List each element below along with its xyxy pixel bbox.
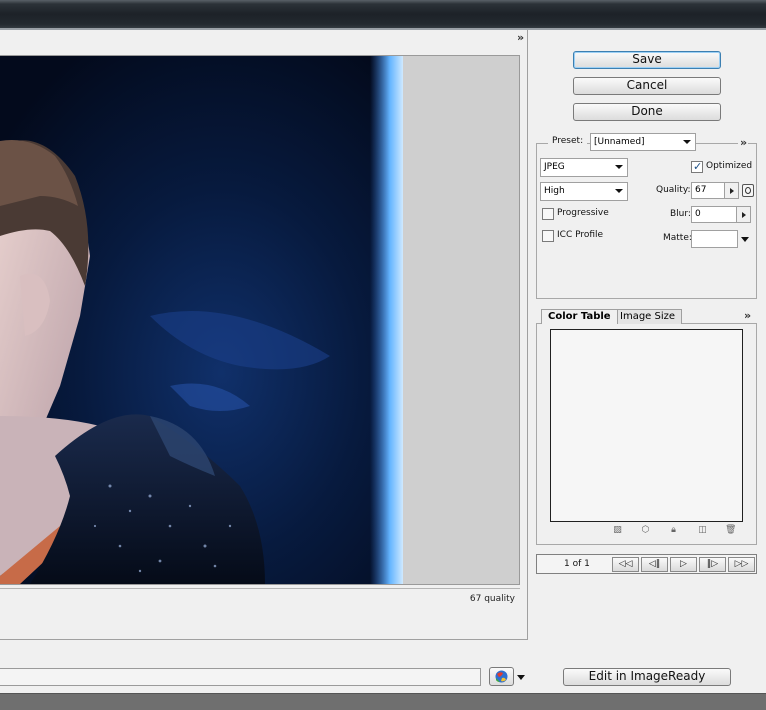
matte-dropdown-arrow-icon[interactable] bbox=[741, 237, 749, 242]
progressive-checkbox[interactable] bbox=[542, 208, 554, 220]
matte-swatch[interactable] bbox=[691, 230, 738, 248]
play-button[interactable]: ▷ bbox=[670, 557, 697, 572]
quality-field[interactable]: 67 bbox=[691, 182, 739, 199]
color-table-swatches[interactable] bbox=[550, 329, 743, 522]
last-frame-button[interactable]: ▷▷ bbox=[728, 557, 755, 572]
window-bottom-edge bbox=[0, 693, 766, 710]
preview-image[interactable] bbox=[0, 56, 403, 584]
chevron-down-icon bbox=[615, 189, 623, 193]
preview-in-browser-button[interactable] bbox=[489, 667, 514, 686]
save-button[interactable]: Save bbox=[573, 51, 721, 69]
format-value: JPEG bbox=[544, 162, 565, 172]
preview-status-divider bbox=[0, 588, 520, 589]
icc-profile-label: ICC Profile bbox=[557, 230, 604, 240]
progressive-label: Progressive bbox=[557, 208, 609, 218]
color-panel-menu-icon[interactable]: » bbox=[744, 310, 751, 321]
previous-frame-button[interactable]: ◁‖ bbox=[641, 557, 668, 572]
preview-panel-menu-icon[interactable]: » bbox=[517, 32, 524, 43]
tab-image-size[interactable]: Image Size bbox=[613, 309, 683, 324]
blur-value: 0 bbox=[695, 209, 701, 219]
matte-label: Matte: bbox=[663, 233, 692, 243]
web-snap-icon[interactable]: ⬡ bbox=[640, 525, 651, 536]
preset-value: [Unnamed] bbox=[594, 137, 645, 147]
blur-slider-arrow-icon[interactable] bbox=[736, 207, 750, 222]
checkmark-icon: ✓ bbox=[693, 160, 703, 173]
quality-value: 67 bbox=[695, 185, 707, 195]
preset-select[interactable]: [Unnamed] bbox=[590, 133, 696, 151]
tab-color-table[interactable]: Color Table bbox=[541, 309, 618, 324]
browser-path-field[interactable] bbox=[0, 668, 481, 686]
quality-label: Quality: bbox=[656, 185, 691, 195]
lock-icon[interactable]: 🔒︎ bbox=[668, 525, 679, 536]
frame-counter: 1 of 1 bbox=[564, 559, 590, 569]
blur-field[interactable]: 0 bbox=[691, 206, 751, 223]
browser-dropdown-arrow-icon[interactable] bbox=[517, 675, 525, 680]
edit-in-imageready-button[interactable]: Edit in ImageReady bbox=[563, 668, 731, 686]
blur-label: Blur: bbox=[670, 209, 691, 219]
chevron-down-icon bbox=[615, 165, 623, 169]
quality-mask-button[interactable] bbox=[742, 184, 754, 197]
settings-menu-icon[interactable]: » bbox=[738, 137, 749, 148]
quality-readout: 67 quality bbox=[469, 594, 515, 604]
chevron-down-icon bbox=[683, 140, 691, 144]
done-button[interactable]: Done bbox=[573, 103, 721, 121]
optimized-checkbox[interactable]: ✓ bbox=[691, 160, 703, 173]
cancel-button[interactable]: Cancel bbox=[573, 77, 721, 95]
window-title-bar bbox=[0, 0, 766, 30]
quality-preset-value: High bbox=[544, 186, 565, 196]
quality-slider-arrow-icon[interactable] bbox=[724, 183, 738, 198]
new-color-icon[interactable]: ◫ bbox=[697, 525, 708, 536]
format-select[interactable]: JPEG bbox=[540, 158, 628, 177]
preset-label: Preset: bbox=[548, 136, 588, 146]
trash-icon[interactable]: 🗑︎ bbox=[725, 525, 736, 536]
browser-globe-icon bbox=[495, 670, 508, 683]
first-frame-button[interactable]: ◁◁ bbox=[612, 557, 639, 572]
icc-profile-checkbox[interactable] bbox=[542, 230, 554, 242]
mask-icon bbox=[745, 187, 751, 194]
optimized-label: Optimized bbox=[706, 161, 753, 171]
next-frame-button[interactable]: ‖▷ bbox=[699, 557, 726, 572]
quality-preset-select[interactable]: High bbox=[540, 182, 628, 201]
map-transparent-icon[interactable]: ▨ bbox=[612, 525, 623, 536]
